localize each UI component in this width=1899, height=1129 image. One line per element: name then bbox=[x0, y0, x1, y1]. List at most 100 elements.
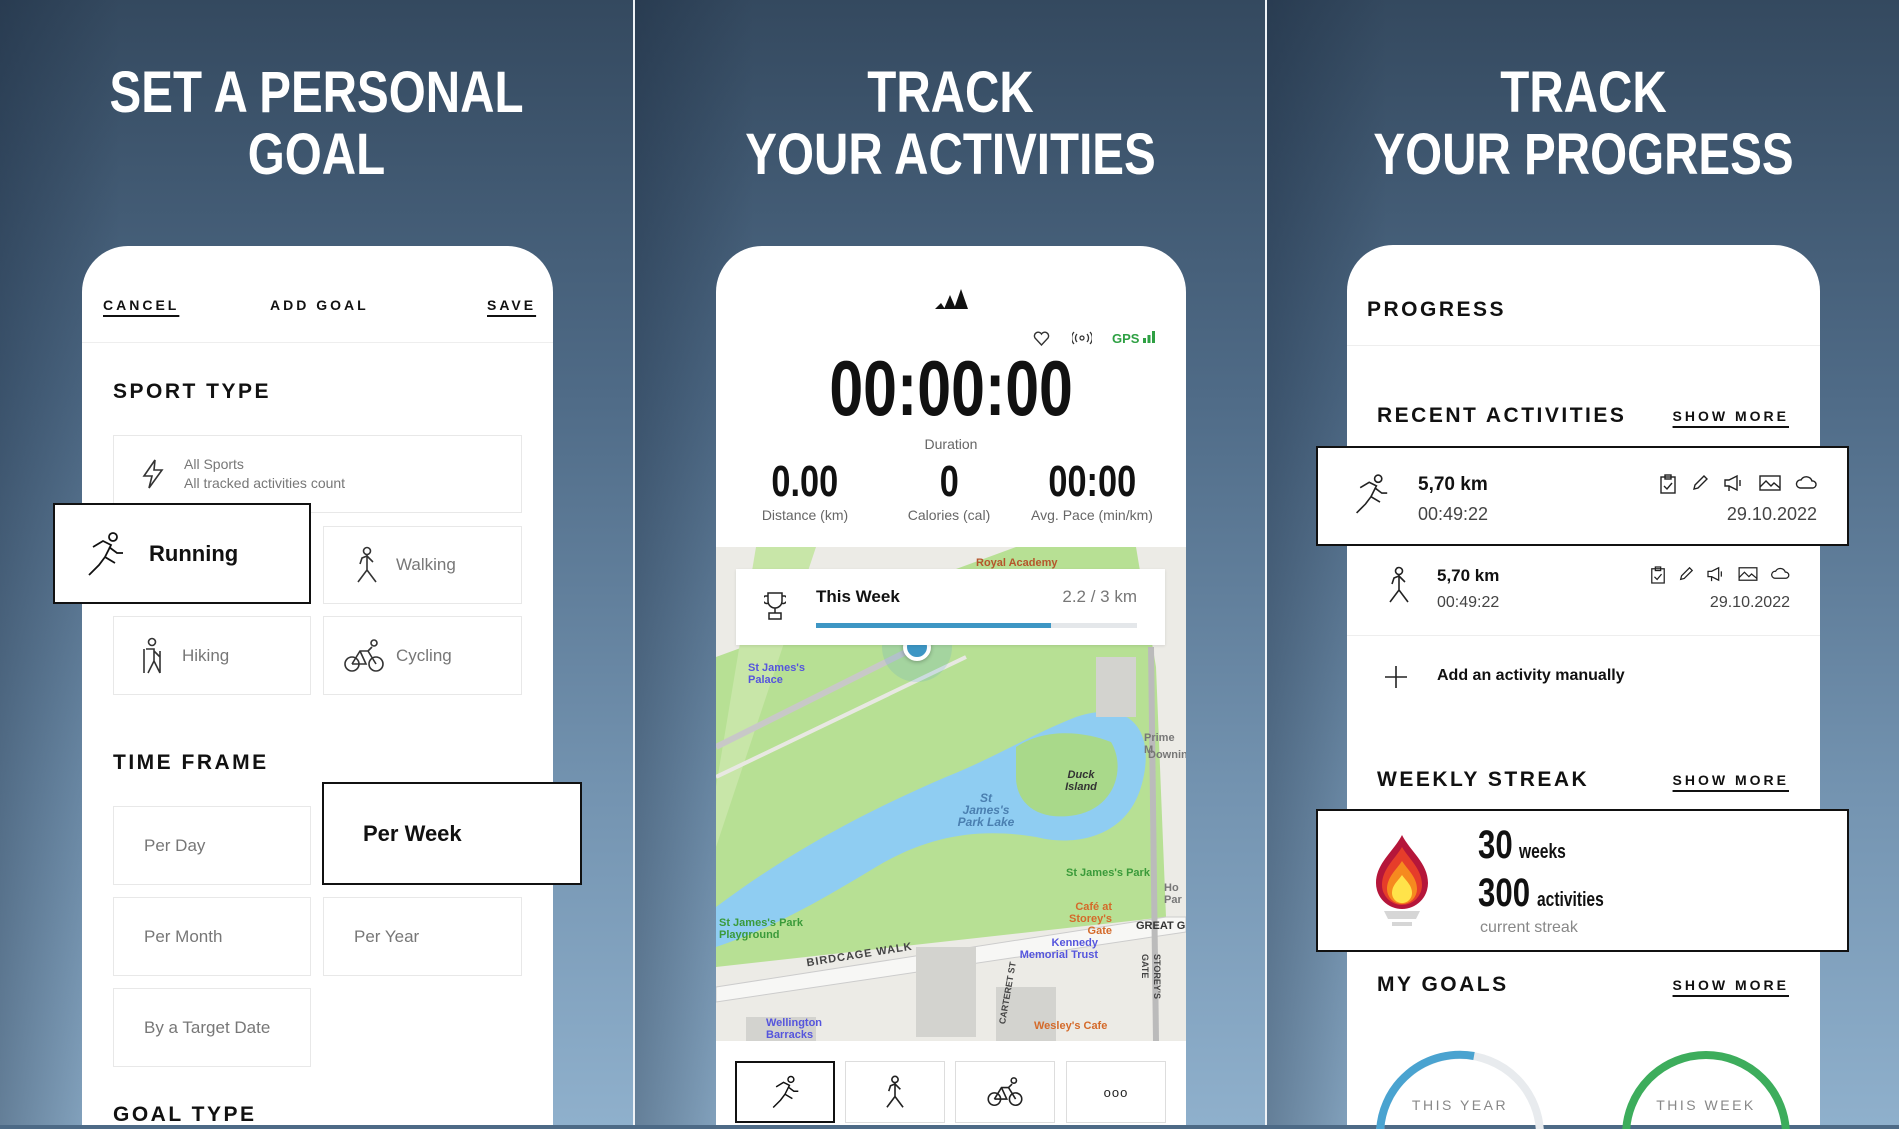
option-running[interactable]: Running bbox=[53, 503, 311, 604]
headline-goal: SET A PERSONAL GOAL bbox=[109, 60, 524, 187]
section-recent-activities: RECENT ACTIVITIES bbox=[1377, 404, 1627, 427]
streak-weeks: 30 weeks bbox=[1478, 823, 1566, 867]
more-icon: ooo bbox=[1103, 1084, 1129, 1100]
walking-icon bbox=[357, 546, 377, 583]
trophy-icon bbox=[764, 592, 786, 620]
section-weekly-streak: WEEKLY STREAK bbox=[1377, 768, 1590, 791]
map-label: Café at Storey's Gate bbox=[1069, 901, 1112, 937]
hiking-label: Hiking bbox=[182, 645, 230, 665]
goal-ring-this-week[interactable] bbox=[1620, 1049, 1792, 1129]
option-hiking[interactable]: Hiking bbox=[113, 616, 311, 695]
walking-icon bbox=[886, 1075, 904, 1108]
activity-time: 00:49:22 bbox=[1437, 594, 1500, 611]
streak-show-more-link[interactable]: SHOW MORE bbox=[1673, 772, 1789, 788]
option-cycling[interactable]: Cycling bbox=[323, 616, 522, 695]
section-goal-type: GOAL TYPE bbox=[113, 1103, 257, 1126]
divider bbox=[1265, 0, 1267, 1125]
megaphone-icon[interactable] bbox=[1723, 474, 1745, 492]
option-per-week[interactable]: Per Week bbox=[322, 782, 582, 885]
section-sport-type: SPORT TYPE bbox=[113, 380, 272, 403]
tab-running[interactable] bbox=[735, 1061, 835, 1123]
this-week-value: 2.2 / 3 km bbox=[1062, 587, 1137, 606]
running-icon bbox=[1356, 474, 1388, 514]
pencil-icon[interactable] bbox=[1691, 474, 1709, 492]
goal-ring-this-year[interactable] bbox=[1374, 1049, 1546, 1129]
flame-icon bbox=[1376, 835, 1428, 926]
cloud-icon[interactable] bbox=[1770, 566, 1790, 580]
map-label: Wellington Barracks bbox=[766, 1017, 823, 1041]
option-per-year[interactable]: Per Year bbox=[323, 897, 522, 976]
image-icon[interactable] bbox=[1759, 474, 1781, 492]
headline-progress: TRACK YOUR PROGRESS bbox=[1373, 60, 1794, 187]
streak-sub: current streak bbox=[1480, 919, 1578, 936]
cycling-label: Cycling bbox=[396, 645, 452, 665]
map-label: St James's Palace bbox=[748, 662, 806, 686]
running-icon bbox=[772, 1075, 799, 1109]
lightning-icon bbox=[142, 459, 164, 489]
activity-date: 29.10.2022 bbox=[1709, 594, 1790, 611]
activity-date: 29.10.2022 bbox=[1726, 504, 1817, 524]
add-activity-manually-button[interactable]: Add an activity manually bbox=[1347, 655, 1820, 699]
map-label: STOREY'S GATE bbox=[1140, 954, 1162, 999]
walking-icon bbox=[1389, 566, 1409, 603]
option-per-day[interactable]: Per Day bbox=[113, 806, 311, 885]
running-icon bbox=[88, 531, 123, 576]
clipboard-icon[interactable] bbox=[1650, 566, 1666, 584]
divider bbox=[633, 0, 635, 1125]
screen-title: ADD GOAL bbox=[270, 297, 369, 313]
progress-title: PROGRESS bbox=[1367, 298, 1507, 321]
section-my-goals: MY GOALS bbox=[1377, 973, 1509, 996]
goals-show-more-link[interactable]: SHOW MORE bbox=[1673, 977, 1789, 993]
cloud-icon[interactable] bbox=[1795, 474, 1817, 490]
map-label: Royal Academy bbox=[976, 557, 1058, 569]
save-button[interactable]: SAVE bbox=[487, 297, 536, 313]
adidas-logo bbox=[935, 289, 968, 309]
this-week-card[interactable]: This Week 2.2 / 3 km bbox=[736, 569, 1165, 645]
recent-show-more-link[interactable]: SHOW MORE bbox=[1673, 408, 1789, 424]
row-divider bbox=[1347, 635, 1820, 636]
cycling-icon bbox=[987, 1077, 1023, 1107]
map-label: Wesley's Cafe bbox=[1034, 1020, 1108, 1032]
option-walking[interactable]: Walking bbox=[323, 526, 522, 604]
cycling-icon bbox=[344, 638, 384, 672]
tab-walking[interactable] bbox=[845, 1061, 945, 1123]
walking-label: Walking bbox=[396, 555, 456, 574]
plus-icon bbox=[1385, 666, 1407, 688]
option-target-date[interactable]: By a Target Date bbox=[113, 988, 311, 1067]
header-divider bbox=[82, 342, 553, 343]
this-week-title: This Week bbox=[816, 587, 900, 606]
activity-distance: 5,70 km bbox=[1437, 566, 1500, 585]
headline-activities: TRACK YOUR ACTIVITIES bbox=[745, 60, 1156, 187]
gps-status: GPS bbox=[1112, 331, 1156, 346]
activity-row[interactable]: 5,70 km 00:49:22 29.10.2022 bbox=[1347, 556, 1820, 636]
sensor-icon[interactable] bbox=[1072, 331, 1092, 345]
activity-actions bbox=[1659, 474, 1817, 494]
hiking-icon bbox=[143, 637, 161, 673]
pencil-icon[interactable] bbox=[1678, 566, 1694, 582]
signal-icon bbox=[1143, 331, 1156, 343]
duration-label: Duration bbox=[924, 436, 978, 452]
calories-stat: 0 Calories (cal) bbox=[907, 457, 991, 523]
activity-actions bbox=[1650, 566, 1790, 584]
option-per-month[interactable]: Per Month bbox=[113, 897, 311, 976]
image-icon[interactable] bbox=[1738, 566, 1758, 582]
weekly-streak-card[interactable]: 30 weeks 300 activities current streak bbox=[1316, 809, 1849, 952]
option-all-sports[interactable]: All Sports All tracked activities count bbox=[113, 435, 522, 513]
week-progress-track bbox=[816, 623, 1137, 628]
goal-label-this-week: THIS WEEK bbox=[1656, 1097, 1756, 1113]
map-label: Ho Par bbox=[1164, 882, 1182, 906]
all-sports-sub: All tracked activities count bbox=[184, 475, 346, 491]
tab-cycling[interactable] bbox=[955, 1061, 1055, 1123]
activity-row[interactable]: 5,70 km 00:49:22 29.10.2022 bbox=[1316, 446, 1849, 546]
cancel-button[interactable]: CANCEL bbox=[103, 297, 179, 313]
map-label: St James's Park Playground bbox=[719, 917, 803, 941]
section-time-frame: TIME FRAME bbox=[113, 751, 269, 774]
goal-label-this-year: THIS YEAR bbox=[1411, 1097, 1509, 1113]
map-label: GREAT G bbox=[1136, 920, 1186, 932]
activity-time: 00:49:22 bbox=[1418, 504, 1489, 524]
running-label: Running bbox=[149, 540, 239, 566]
tab-more[interactable]: ooo bbox=[1066, 1061, 1166, 1123]
map-label: Downin bbox=[1148, 749, 1186, 761]
clipboard-icon[interactable] bbox=[1659, 474, 1677, 494]
megaphone-icon[interactable] bbox=[1706, 566, 1726, 582]
